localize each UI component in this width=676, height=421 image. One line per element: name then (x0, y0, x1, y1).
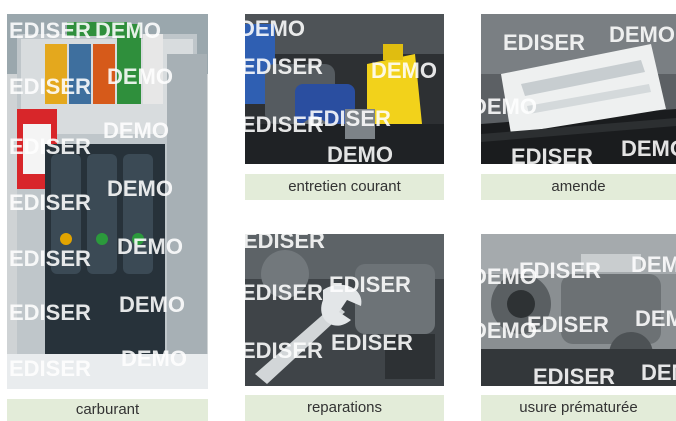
fuel-pump-photo[interactable]: EDISER DEMO EDISER DEMO EDISER DEMO EDIS… (7, 14, 208, 389)
tile-entretien-courant[interactable]: DEMO EDISER DEMO EDISER EDISER DEMO entr… (245, 14, 444, 206)
caption-usure-prematuree[interactable]: usure prématurée (481, 395, 676, 421)
tile-reparations[interactable]: EDISER EDISER EDISER EDISER EDISER repar… (245, 234, 444, 421)
category-grid: EDISER DEMO EDISER DEMO EDISER DEMO EDIS… (0, 0, 676, 421)
caption-entretien-courant[interactable]: entretien courant (245, 174, 444, 200)
caption-reparations[interactable]: reparations (245, 395, 444, 421)
tile-carburant[interactable]: EDISER DEMO EDISER DEMO EDISER DEMO EDIS… (7, 14, 208, 421)
caption-carburant[interactable]: carburant (7, 399, 208, 421)
tile-amende[interactable]: EDISER DEMO DEMO EDISER DEMO amende (481, 14, 676, 206)
engine-oil-photo[interactable]: DEMO EDISER DEMO EDISER EDISER DEMO (245, 14, 444, 164)
worn-engine-photo[interactable]: DEMO EDISER DEMO DEMO EDISER DEMO EDISER… (481, 234, 676, 386)
parking-ticket-photo[interactable]: EDISER DEMO DEMO EDISER DEMO (481, 14, 676, 164)
caption-amende[interactable]: amende (481, 174, 676, 200)
wrench-engine-photo[interactable]: EDISER EDISER EDISER EDISER EDISER (245, 234, 444, 386)
tile-usure-prematuree[interactable]: DEMO EDISER DEMO DEMO EDISER DEMO EDISER… (481, 234, 676, 421)
